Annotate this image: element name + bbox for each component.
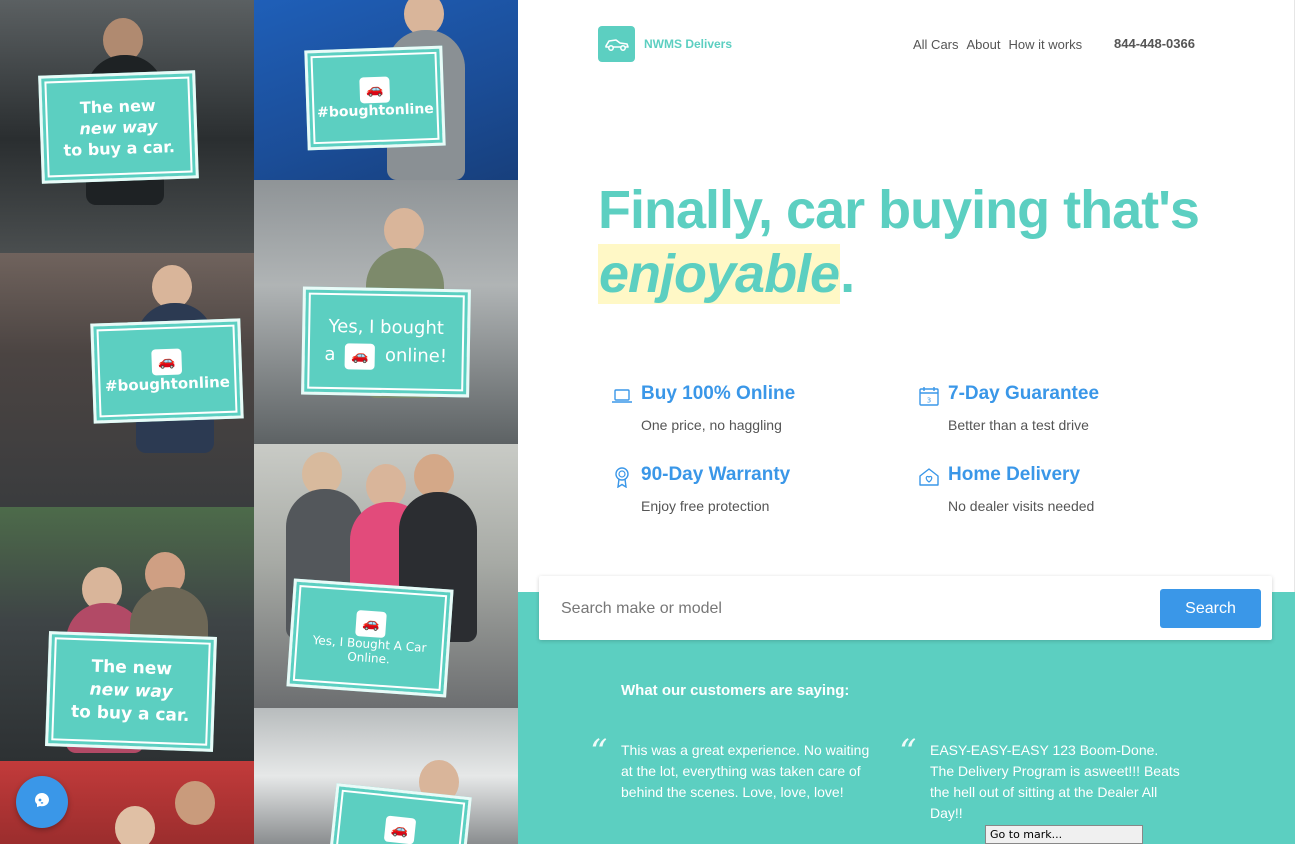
customer-photo: 🚗 Yes, I Bought A Car Online. [254, 444, 518, 708]
headline-line1: Finally, car buying that's [598, 180, 1200, 240]
brand-name: NWMS Delivers [644, 37, 733, 51]
customer-photo-collage: The new new way to buy a car. 🚗 #boughtonli… [0, 0, 518, 844]
customer-photo: The new new way to buy a car. [0, 507, 254, 761]
page-title: Finally, car buying that's enjoyable. [598, 178, 1200, 306]
search-input[interactable] [559, 592, 1143, 626]
search-button[interactable]: Search [1160, 589, 1261, 628]
chat-head-icon [35, 793, 49, 807]
headline-period: . [840, 244, 855, 304]
customer-photo: Yes, I bought a 🚗 online! [254, 180, 518, 444]
go-to-mark-field[interactable]: Go to mark... [985, 825, 1143, 844]
customer-sign: 🚗 Yes, I Bought A Car Online. [286, 578, 454, 698]
customer-sign: 🚗 #boughtonline [304, 45, 446, 151]
car-logo-icon [598, 26, 635, 62]
svg-text:3: 3 [927, 397, 931, 405]
review-text: EASY-EASY-EASY 123 Boom-Done. The Delive… [930, 742, 1180, 821]
nav-about[interactable]: About [967, 37, 1001, 52]
car-icon: 🚗 [344, 343, 376, 370]
customer-sign: The new new way to buy a car. [38, 70, 199, 184]
review-text: This was a great experience. No waiting … [621, 742, 870, 800]
nav-all-cars[interactable]: All Cars [913, 37, 959, 52]
headline-highlight: enjoyable [598, 244, 840, 304]
calendar-icon: 3 [919, 387, 939, 406]
top-nav: All Cars About How it works [913, 37, 1090, 52]
customer-photo: 🚗 #boughtonline [254, 0, 518, 180]
car-icon: 🚗 [383, 815, 417, 844]
quote-mark-icon: “ [590, 732, 608, 772]
customer-photo: The new new way to buy a car. [0, 0, 254, 253]
home-heart-icon [919, 468, 939, 486]
customer-sign: Yes, I bought a 🚗 online! [301, 286, 471, 398]
chat-widget-button[interactable] [16, 776, 68, 828]
main-content: NWMS Delivers All Cars About How it work… [518, 0, 1295, 844]
reviews-heading: What our customers are saying: [621, 682, 850, 699]
customer-sign: The new new way to buy a car. [45, 631, 217, 752]
nav-how-it-works[interactable]: How it works [1009, 37, 1083, 52]
customer-photo: 🚗 [254, 708, 518, 844]
car-icon: 🚗 [355, 610, 387, 639]
customer-photo: 🚗 #boughtonline [0, 253, 254, 507]
review-card: “ EASY-EASY-EASY 123 Boom-Done. The Deli… [899, 732, 1180, 824]
brand-logo[interactable]: NWMS Delivers [598, 26, 732, 62]
quote-mark-icon: “ [899, 732, 917, 772]
review-card: “ This was a great experience. No waitin… [590, 732, 871, 803]
ribbon-icon [615, 467, 629, 488]
car-icon: 🚗 [359, 76, 391, 104]
laptop-icon [612, 389, 632, 403]
phone-number-link[interactable]: 844-448-0366 [1114, 36, 1195, 51]
customer-sign: 🚗 #boughtonline [90, 318, 244, 424]
car-icon: 🚗 [151, 348, 183, 376]
search-bar: Search [539, 576, 1272, 640]
